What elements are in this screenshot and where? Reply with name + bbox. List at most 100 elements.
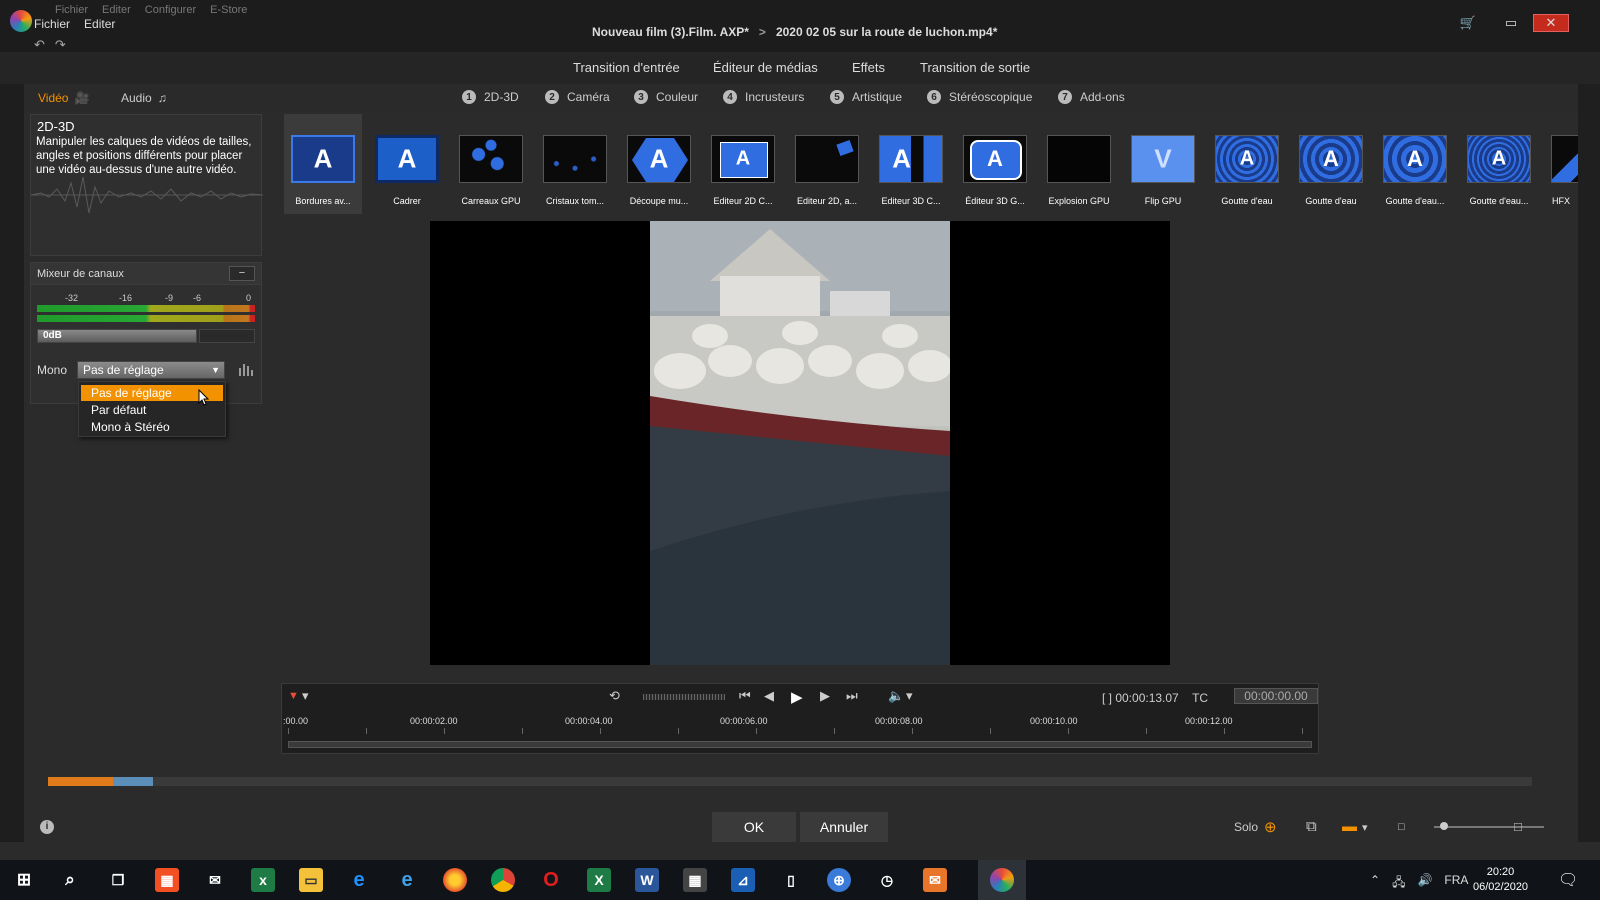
clock-app-icon[interactable]: ◷ — [875, 868, 899, 892]
aspect-ratio-icon[interactable]: ▬ — [1342, 818, 1357, 835]
tab-transition-entree[interactable]: Transition d'entrée — [573, 60, 680, 75]
marker-dropdown-icon[interactable]: ▾ — [302, 688, 309, 704]
marker-icon[interactable]: ▼ — [288, 690, 299, 702]
zoom-slider[interactable] — [1434, 822, 1544, 830]
speaker-icon[interactable]: 🔊 — [1417, 873, 1432, 894]
windows-start-icon[interactable]: ⊞ — [12, 868, 36, 892]
right-scrollbar[interactable] — [1578, 52, 1600, 842]
mixer-settings-icon[interactable] — [237, 360, 255, 378]
scrub-bar[interactable] — [288, 741, 1312, 748]
menu-editer[interactable]: Editer — [84, 17, 115, 31]
chrome-icon[interactable] — [491, 868, 515, 892]
language-indicator[interactable]: FRA — [1444, 873, 1468, 894]
timecode-field[interactable]: 00:00:00.00 — [1234, 688, 1318, 704]
effect-thumb[interactable]: A Editeur 3D C... — [872, 114, 950, 214]
tab-editeur-medias[interactable]: Éditeur de médias — [713, 60, 818, 75]
excel-icon[interactable]: X — [587, 868, 611, 892]
mixer-collapse-button[interactable]: − — [229, 266, 255, 281]
cancel-button[interactable]: Annuler — [800, 812, 888, 842]
project-scroll-bar[interactable] — [48, 777, 1532, 786]
mail-icon[interactable]: ✉ — [203, 868, 227, 892]
system-clock[interactable]: 20:20 06/02/2020 — [1473, 865, 1528, 895]
search-icon[interactable]: ⌕ — [58, 868, 82, 892]
tab-video[interactable]: Vidéo 🎥 — [38, 91, 89, 105]
category-add-ons[interactable]: 7 Add-ons — [1058, 90, 1125, 104]
effect-thumb[interactable]: A Découpe mu... — [620, 114, 698, 214]
scroll-thumb[interactable] — [48, 777, 153, 786]
firefox-icon[interactable] — [443, 868, 467, 892]
step-forward-icon[interactable]: ▶ — [820, 688, 830, 704]
effect-thumb[interactable]: Carreaux GPU — [452, 114, 530, 214]
go-to-end-icon[interactable]: ⏭ — [846, 688, 858, 704]
green-app-icon[interactable]: x — [251, 868, 275, 892]
effect-thumb[interactable]: A Goutte d'eau... — [1376, 114, 1454, 214]
mail-app-icon[interactable]: ✉ — [923, 868, 947, 892]
scanner-icon[interactable]: ⊿ — [731, 868, 755, 892]
solo-toggle[interactable]: Solo — [1234, 820, 1258, 834]
effect-thumb[interactable]: A Éditeur 3D G... — [956, 114, 1034, 214]
effect-thumb[interactable]: A Cadrer — [368, 114, 446, 214]
cart-button[interactable]: 🛒 — [1450, 14, 1486, 32]
menu-fichier[interactable]: Fichier — [34, 17, 70, 31]
effect-thumb[interactable]: A Bordures av... — [284, 114, 362, 214]
volume-icon[interactable]: 🔈 — [888, 688, 904, 704]
tab-audio[interactable]: Audio ♫ — [121, 91, 167, 105]
pinnacle-studio-icon[interactable] — [990, 868, 1014, 892]
loop-icon[interactable]: ⟲ — [609, 688, 620, 704]
network-icon[interactable]: 🖧 — [1392, 873, 1405, 894]
info-icon[interactable]: i — [40, 820, 54, 834]
dropdown-option-mono-a-stereo[interactable]: Mono à Stéréo — [81, 419, 223, 435]
app-logo-icon[interactable] — [10, 10, 32, 32]
close-button[interactable]: ✕ — [1533, 14, 1569, 32]
gain-slider[interactable]: 0dB — [37, 329, 197, 343]
tab-effets[interactable]: Effets — [852, 60, 885, 75]
notification-icon[interactable]: 🗨 — [1558, 870, 1578, 890]
zoom-in-icon[interactable]: □ — [1514, 819, 1522, 834]
effect-thumb[interactable]: Cristaux tom... — [536, 114, 614, 214]
redo-icon[interactable]: ↷ — [55, 37, 66, 53]
ok-button[interactable]: OK — [712, 812, 796, 842]
zoom-out-icon[interactable]: □ — [1398, 821, 1405, 833]
zoom-slider-knob[interactable] — [1440, 822, 1448, 830]
external-preview-icon[interactable]: ⧉ — [1306, 818, 1317, 835]
task-view-icon[interactable]: ❐ — [106, 868, 130, 892]
jog-wheel[interactable] — [643, 694, 725, 700]
effect-thumb[interactable]: V Flip GPU — [1124, 114, 1202, 214]
category-2d-3d[interactable]: 1 2D-3D — [462, 90, 519, 104]
play-icon[interactable]: ▶ — [791, 688, 803, 706]
effect-label: Carreaux GPU — [461, 196, 521, 206]
document-icon[interactable]: ▯ — [779, 868, 803, 892]
file-explorer-icon[interactable]: ▭ — [299, 868, 323, 892]
category-artistique[interactable]: 5 Artistique — [830, 90, 902, 104]
category-camera[interactable]: 2 Caméra — [545, 90, 610, 104]
effect-thumb[interactable]: Explosion GPU — [1040, 114, 1118, 214]
gain-slider-track[interactable] — [199, 329, 255, 343]
effect-thumb[interactable]: A Goutte d'eau... — [1460, 114, 1538, 214]
effect-thumb[interactable]: A Goutte d'eau — [1208, 114, 1286, 214]
calculator-icon[interactable]: ▦ — [683, 868, 707, 892]
restore-button[interactable]: ▭ — [1493, 14, 1529, 32]
category-incrusteurs[interactable]: 4 Incrusteurs — [723, 90, 804, 104]
tab-transition-sortie[interactable]: Transition de sortie — [920, 60, 1030, 75]
undo-icon[interactable]: ↶ — [34, 37, 45, 53]
step-back-icon[interactable]: ◀ — [764, 688, 774, 704]
opera-icon[interactable]: O — [539, 868, 563, 892]
category-stereoscopique[interactable]: 6 Stéréoscopique — [927, 90, 1032, 104]
target-icon[interactable]: ⊕ — [1264, 818, 1277, 836]
effect-thumb[interactable]: HFX — [1544, 114, 1578, 214]
effect-thumb[interactable]: A Goutte d'eau — [1292, 114, 1370, 214]
word-icon[interactable]: W — [635, 868, 659, 892]
mono-mode-select[interactable]: Pas de réglage ▼ — [77, 361, 225, 379]
chevron-up-icon[interactable]: ⌃ — [1370, 873, 1380, 894]
category-couleur[interactable]: 3 Couleur — [634, 90, 698, 104]
store-icon[interactable]: ▦ — [155, 868, 179, 892]
effect-thumb[interactable]: Editeur 2D, a... — [788, 114, 866, 214]
internet-explorer-icon[interactable]: e — [395, 868, 419, 892]
volume-dropdown-icon[interactable]: ▾ — [906, 688, 913, 704]
go-to-start-icon[interactable]: ⏮ — [739, 688, 751, 704]
time-ruler[interactable] — [288, 728, 1312, 734]
globe-icon[interactable]: ⊕ — [827, 868, 851, 892]
edge-icon[interactable]: e — [347, 868, 371, 892]
aspect-dropdown-icon[interactable]: ▾ — [1362, 821, 1368, 834]
effect-thumb[interactable]: A Editeur 2D C... — [704, 114, 782, 214]
